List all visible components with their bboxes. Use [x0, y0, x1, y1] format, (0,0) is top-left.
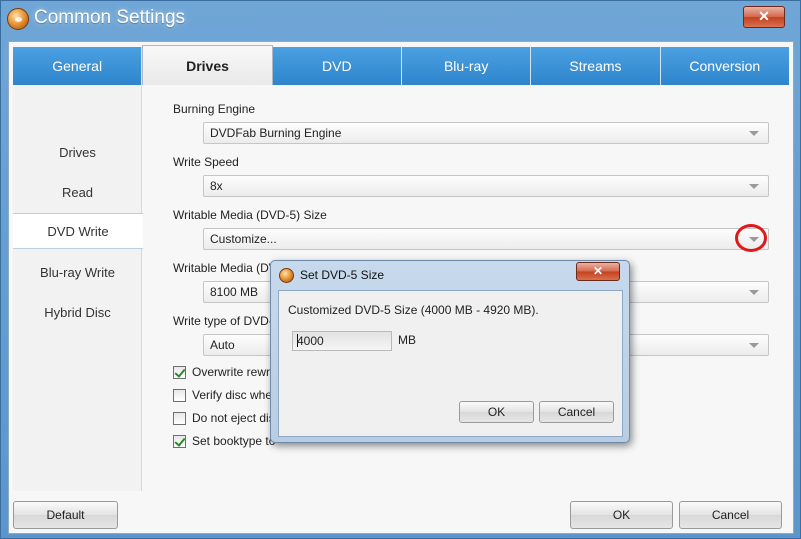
tab-general[interactable]: General [13, 47, 143, 85]
dvd5-size-value: 4000 [297, 334, 324, 348]
cancel-button[interactable]: Cancel [679, 501, 782, 529]
title-bar[interactable]: Common Settings ✕ [1, 1, 800, 37]
write-type-value: Auto [210, 338, 235, 352]
write-type-label: Write type of DVD-R [173, 314, 282, 328]
tab-dvd[interactable]: DVD [272, 47, 402, 85]
sidebar-item-read[interactable]: Read [13, 174, 142, 210]
sidebar-item-drives[interactable]: Drives [13, 134, 142, 170]
media-size-dl-label: Writable Media (DVD [173, 261, 286, 275]
checkbox-unchecked-icon [173, 388, 186, 402]
verify-disc-checkbox[interactable]: Verify disc when [173, 386, 279, 404]
dvdfab-logo-icon [7, 8, 29, 30]
tab-streams[interactable]: Streams [531, 47, 661, 85]
burning-engine-label: Burning Engine [173, 102, 256, 116]
default-button[interactable]: Default [13, 501, 118, 529]
tab-conversion[interactable]: Conversion [660, 47, 789, 85]
dialog-close-button[interactable]: ✕ [576, 262, 620, 281]
dialog-ok-button[interactable]: OK [459, 401, 534, 423]
highlight-circle-annotation [735, 224, 767, 252]
tab-drives[interactable]: Drives [142, 45, 273, 85]
dvdfab-logo-icon [279, 268, 294, 283]
write-speed-value: 8x [210, 179, 223, 193]
burning-engine-select[interactable]: DVDFab Burning Engine [203, 122, 769, 144]
chevron-down-icon [749, 343, 759, 348]
do-not-eject-checkbox[interactable]: Do not eject disc [173, 409, 281, 427]
overwrite-rewritable-checkbox[interactable]: Overwrite rewrita [173, 363, 283, 381]
write-speed-select[interactable]: 8x [203, 175, 769, 197]
set-booktype-label: Set booktype to [192, 434, 276, 448]
set-dvd5-size-dialog: Set DVD-5 Size ✕ Customized DVD-5 Size (… [270, 260, 630, 443]
checkbox-checked-icon [173, 434, 186, 448]
sidebar-item-dvd-write[interactable]: DVD Write [13, 213, 143, 249]
dialog-title: Set DVD-5 Size [300, 268, 385, 282]
sidebar-item-hybrid-disc[interactable]: Hybrid Disc [13, 294, 142, 330]
sidebar-item-blu-ray-write[interactable]: Blu-ray Write [13, 254, 142, 290]
chevron-down-icon [749, 131, 759, 136]
media-size-dl-value: 8100 MB [210, 285, 259, 299]
tab-bar: General Drives DVD Blu-ray Streams Conve… [13, 45, 789, 85]
media-size-select[interactable]: Customize... [203, 228, 769, 250]
dialog-message: Customized DVD-5 Size (4000 MB - 4920 MB… [288, 303, 539, 317]
checkbox-unchecked-icon [173, 411, 186, 425]
burning-engine-value: DVDFab Burning Engine [210, 126, 342, 140]
write-speed-label: Write Speed [173, 155, 239, 169]
media-size-value: Customize... [210, 232, 277, 246]
do-not-eject-label: Do not eject disc [192, 411, 281, 425]
chevron-down-icon [749, 184, 759, 189]
chevron-down-icon [749, 290, 759, 295]
dvd5-size-input[interactable]: 4000 [292, 331, 392, 351]
checkbox-checked-icon [173, 365, 186, 379]
dialog-body: Customized DVD-5 Size (4000 MB - 4920 MB… [278, 290, 623, 437]
sidebar: Drives Read DVD Write Blu-ray Write Hybr… [13, 85, 143, 491]
tab-blu-ray[interactable]: Blu-ray [401, 47, 532, 85]
ok-button[interactable]: OK [570, 501, 673, 529]
dialog-cancel-button[interactable]: Cancel [539, 401, 614, 423]
dialog-unit-label: MB [398, 333, 416, 347]
window-close-button[interactable]: ✕ [743, 6, 785, 28]
media-size-label: Writable Media (DVD-5) Size [173, 208, 327, 222]
verify-disc-label: Verify disc when [192, 388, 279, 402]
set-booktype-checkbox[interactable]: Set booktype to [173, 432, 275, 450]
window-title: Common Settings [34, 7, 186, 28]
